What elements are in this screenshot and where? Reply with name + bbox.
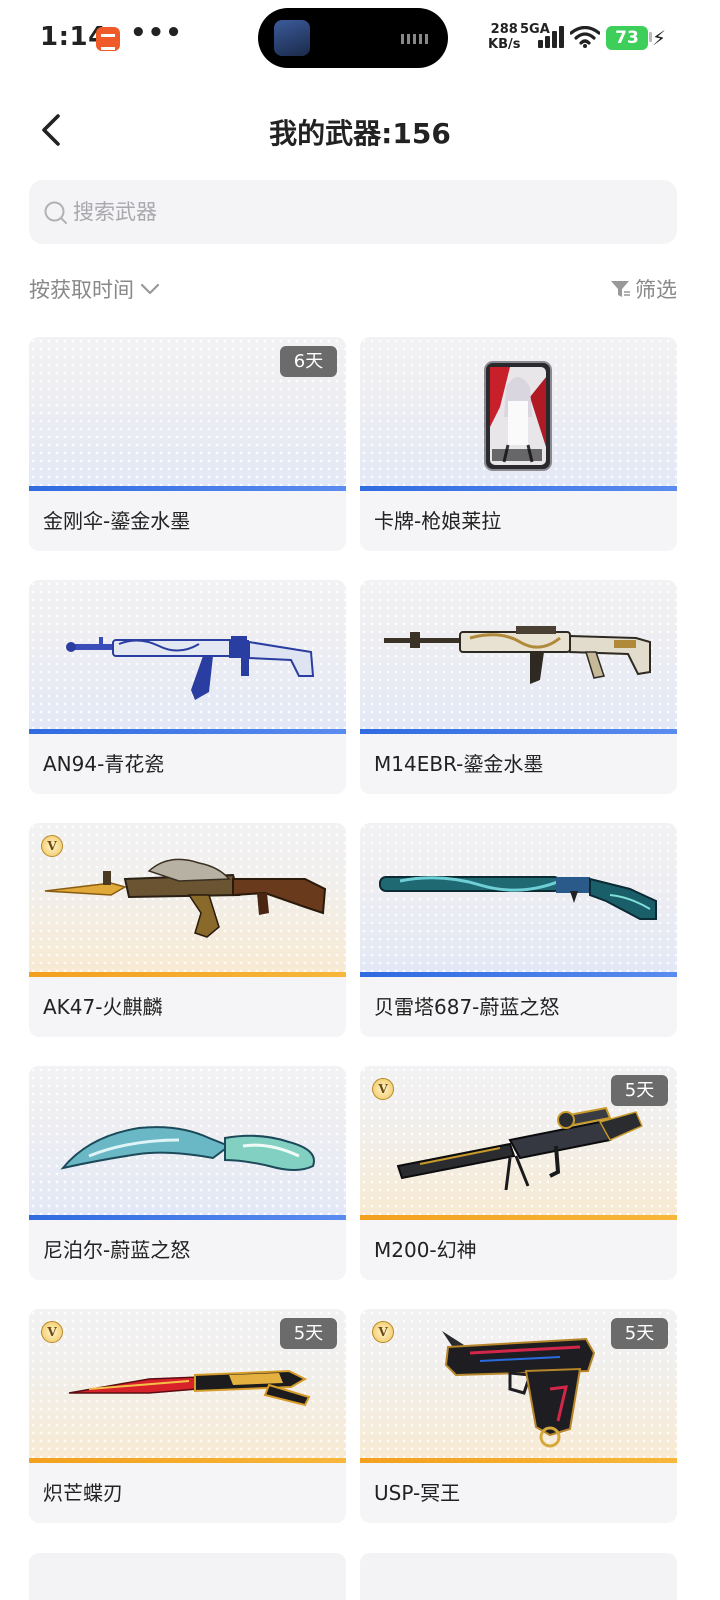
filter-button[interactable]: 筛选 <box>609 272 677 306</box>
weapon-name: AK47-火麒麟 <box>43 995 163 1019</box>
rarity-bar <box>29 729 346 734</box>
weapon-name: AN94-青花瓷 <box>43 752 165 776</box>
weapon-card-partial[interactable] <box>360 1553 677 1600</box>
duration-badge: 6天 <box>280 346 337 377</box>
weapon-card[interactable]: 卡牌-枪娘莱拉 <box>360 337 677 551</box>
sort-dropdown[interactable]: 按获取时间 <box>29 272 160 306</box>
rarity-bar <box>29 1215 346 1220</box>
rarity-bar <box>360 729 677 734</box>
duration-badge: 5天 <box>611 1318 668 1349</box>
rarity-bar <box>29 486 346 491</box>
filter-label: 筛选 <box>635 278 677 302</box>
rarity-bar <box>360 972 677 977</box>
weapon-name: 金刚伞-鎏金水墨 <box>43 509 191 533</box>
rifle-image <box>66 636 315 700</box>
search-icon <box>44 201 67 224</box>
shotgun-image <box>379 876 657 920</box>
search-input[interactable] <box>73 180 653 244</box>
audio-wave-icon <box>401 34 428 44</box>
vip-badge-icon: V <box>372 1078 394 1100</box>
filter-icon <box>611 281 630 297</box>
weapon-name: 尼泊尔-蔚蓝之怒 <box>43 1238 191 1262</box>
charging-icon: ⚡ <box>652 26 667 50</box>
weapon-card-partial[interactable] <box>29 1553 346 1600</box>
chevron-down-icon <box>140 283 160 295</box>
weapon-card[interactable]: V 5天 M200-幻神 <box>360 1066 677 1280</box>
duration-badge: 5天 <box>611 1075 668 1106</box>
network-speed: 288 KB/s <box>488 22 520 52</box>
wifi-icon <box>570 26 600 48</box>
weapon-name: M200-幻神 <box>374 1238 477 1262</box>
rarity-bar <box>360 1215 677 1220</box>
duration-badge: 5天 <box>280 1318 337 1349</box>
weapon-image-area <box>360 580 677 732</box>
sort-label: 按获取时间 <box>29 278 134 302</box>
rarity-bar <box>29 972 346 977</box>
rifle-image <box>384 626 651 684</box>
weapon-card[interactable]: M14EBR-鎏金水墨 <box>360 580 677 794</box>
status-bar: 1:14 ••• 288 KB/s 5GA 73 ⚡ <box>0 0 720 80</box>
weapon-card[interactable]: V 5天 USP-冥王 <box>360 1309 677 1523</box>
dynamic-island[interactable] <box>258 8 448 68</box>
weapon-image-area <box>29 823 346 975</box>
weapon-image-area <box>360 823 677 975</box>
rarity-bar <box>360 1458 677 1463</box>
search-bar[interactable] <box>29 180 677 244</box>
weapon-card[interactable]: V AK47-火麒麟 <box>29 823 346 1037</box>
media-thumbnail-icon <box>274 20 310 56</box>
weapon-name: 贝雷塔687-蔚蓝之怒 <box>374 995 560 1019</box>
card-image <box>484 361 552 471</box>
battery-icon: 73 <box>606 26 648 50</box>
page-title: 我的武器:156 <box>269 117 451 150</box>
vip-badge-icon: V <box>41 1321 63 1343</box>
weapon-name: 卡牌-枪娘莱拉 <box>374 509 502 533</box>
weapon-card[interactable]: 贝雷塔687-蔚蓝之怒 <box>360 823 677 1037</box>
rifle-image <box>44 858 327 938</box>
cell-signal-icon <box>534 26 564 48</box>
weapon-card[interactable]: 6天 金刚伞-鎏金水墨 <box>29 337 346 551</box>
weapon-card[interactable]: 尼泊尔-蔚蓝之怒 <box>29 1066 346 1280</box>
weapon-card[interactable]: V 5天 炽芒蝶刃 <box>29 1309 346 1523</box>
vip-badge-icon: V <box>41 835 63 857</box>
weapon-image-area <box>29 1066 346 1218</box>
weapon-image-area <box>360 337 677 489</box>
more-notifications-icon: ••• <box>130 18 183 48</box>
weapon-name: 炽芒蝶刃 <box>43 1481 123 1505</box>
weapon-name: USP-冥王 <box>374 1481 461 1505</box>
app-notification-icon <box>96 27 120 51</box>
network-speed-value: 288 <box>490 22 518 37</box>
vip-badge-icon: V <box>372 1321 394 1343</box>
weapon-card[interactable]: AN94-青花瓷 <box>29 580 346 794</box>
network-speed-unit: KB/s <box>488 37 521 52</box>
weapon-name: M14EBR-鎏金水墨 <box>374 752 544 776</box>
knife-image <box>60 1126 315 1171</box>
weapon-grid: 6天 金刚伞-鎏金水墨 卡牌-枪娘莱拉 AN94-青花瓷 M14EBR-鎏金水墨… <box>29 337 677 1523</box>
rarity-bar <box>360 486 677 491</box>
weapon-image-area <box>29 580 346 732</box>
rarity-bar <box>29 1458 346 1463</box>
nav-header: 我的武器:156 <box>0 90 720 170</box>
